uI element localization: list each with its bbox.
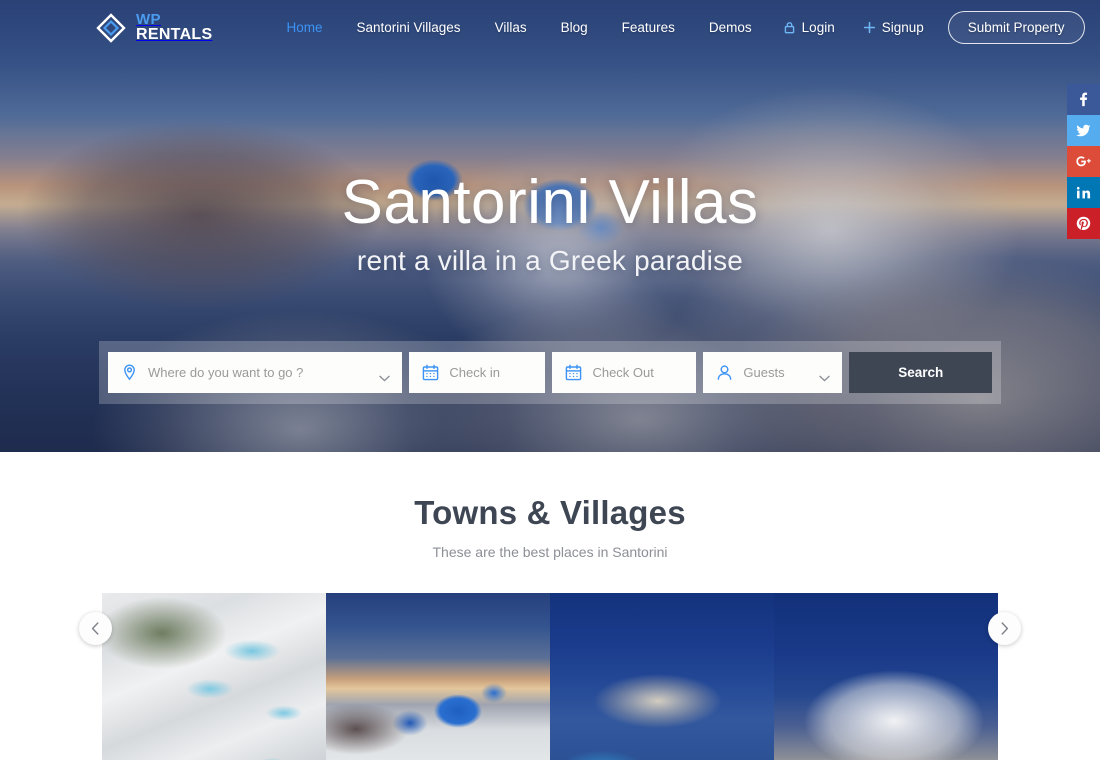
map-pin-icon [120,363,139,382]
location-placeholder: Where do you want to go ? [148,365,304,380]
linkedin-icon[interactable] [1067,177,1100,208]
search-bar: Where do you want to go ? Check in Check… [99,341,1001,404]
site-logo[interactable]: WP RENTALS [95,12,212,44]
nav-item-home[interactable]: Home [269,14,339,41]
nav-item-santorini-villages[interactable]: Santorini Villages [339,14,477,41]
towns-carousel [102,593,998,760]
nav-item-blog[interactable]: Blog [544,14,605,41]
plus-icon [863,21,876,34]
section-subtitle: These are the best places in Santorini [432,544,668,560]
hero-subtitle: rent a villa in a Greek paradise [356,245,744,277]
main-menu: Home Santorini Villages Villas Blog Feat… [269,14,768,41]
facebook-icon[interactable] [1067,84,1100,115]
guests-placeholder: Guests [743,365,785,380]
logo-wordmark: WP RENTALS [136,12,212,43]
twitter-icon[interactable] [1067,115,1100,146]
carousel-prev-button[interactable] [79,612,112,645]
login-link[interactable]: Login [769,14,849,41]
guests-select[interactable]: Guests [703,352,843,393]
carousel-slide[interactable] [326,593,550,760]
hero-section: WP RENTALS Home Santorini Villages Villa… [0,0,1100,452]
checkout-placeholder: Check Out [592,365,654,380]
calendar-icon [564,363,583,382]
checkin-input[interactable]: Check in [409,352,546,393]
login-label: Login [801,20,835,35]
chevron-right-icon [1000,622,1009,635]
logo-text-secondary: RENTALS [136,26,213,43]
lock-icon [783,21,796,34]
signup-link[interactable]: Signup [849,14,938,41]
hero-text-block: Santorini Villas rent a villa in a Greek… [0,170,1100,277]
user-icon [715,363,734,382]
checkout-input[interactable]: Check Out [552,352,697,393]
top-navigation-bar: WP RENTALS Home Santorini Villages Villa… [0,0,1100,55]
signup-label: Signup [881,20,924,35]
pinterest-icon[interactable] [1067,208,1100,239]
chevron-down-icon [379,369,391,382]
logo-text-primary: WP [136,11,161,28]
nav-item-villas[interactable]: Villas [478,14,544,41]
carousel-slide[interactable] [774,593,998,760]
chevron-left-icon [91,622,100,635]
section-title: Towns & Villages [414,494,686,531]
carousel-slide[interactable] [102,593,326,760]
google-plus-icon[interactable] [1067,146,1100,177]
towns-and-villages-section: Towns & Villages These are the best plac… [0,452,1100,760]
diamond-outline-icon [95,12,127,44]
submit-property-button[interactable]: Submit Property [947,11,1085,44]
location-select[interactable]: Where do you want to go ? [108,352,403,393]
carousel-slide[interactable] [550,593,774,760]
nav-item-demos[interactable]: Demos [692,14,769,41]
calendar-icon [421,363,440,382]
account-menu: Login Signup Submit Property [769,11,1085,44]
chevron-down-icon [819,369,831,382]
social-share-rail [1067,84,1100,239]
nav-item-features[interactable]: Features [605,14,692,41]
hero-title: Santorini Villas [341,168,759,237]
carousel-next-button[interactable] [988,612,1021,645]
checkin-placeholder: Check in [449,365,500,380]
search-button[interactable]: Search [849,352,992,393]
